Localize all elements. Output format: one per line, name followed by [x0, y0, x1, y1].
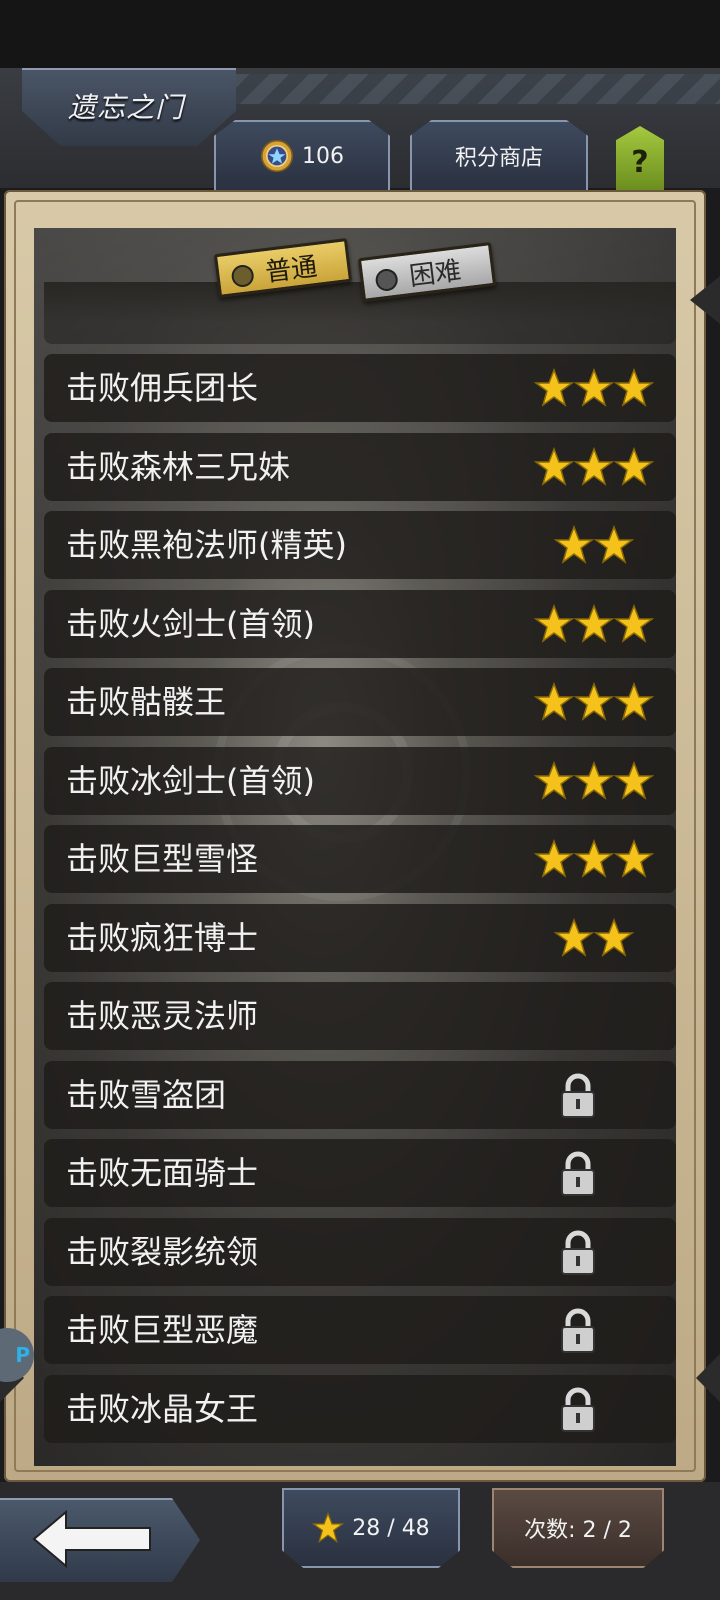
quest-label: 击败黑袍法师(精英)	[66, 526, 347, 564]
quest-row[interactable]: 击败冰剑士(首领)	[44, 746, 676, 815]
top-status-area	[0, 0, 720, 68]
star-icon	[534, 839, 574, 878]
star-icon	[312, 1512, 345, 1544]
quest-row[interactable]: 击败裂影统领	[44, 1217, 676, 1286]
star-icon	[574, 682, 614, 721]
quest-stars	[554, 917, 634, 958]
quest-stars	[534, 760, 654, 801]
quest-label: 击败巨型恶魔	[66, 1311, 259, 1349]
lock-icon	[561, 1151, 595, 1196]
star-icon	[614, 682, 654, 721]
star-icon	[574, 368, 614, 407]
lock-icon	[561, 1073, 595, 1118]
quest-row[interactable]: 击败森林三兄妹	[44, 432, 676, 501]
back-arrow-icon	[32, 1509, 151, 1569]
star-icon	[574, 446, 614, 486]
star-icon	[594, 917, 634, 957]
star-icon	[614, 603, 654, 643]
quest-label: 击败冰晶女王	[66, 1389, 259, 1428]
star-icon	[574, 760, 614, 800]
quest-stars	[534, 839, 654, 879]
star-icon	[594, 525, 634, 564]
quest-row[interactable]: 击败恶灵法师	[44, 982, 676, 1050]
star-icon	[554, 917, 594, 957]
tab-hard-label: 困难	[407, 255, 463, 292]
quest-row[interactable]: 击败无面骑士	[44, 1139, 676, 1207]
quest-row[interactable]: 击败巨型恶魔	[44, 1296, 676, 1364]
lock-icon	[561, 1308, 595, 1353]
star-icon	[574, 603, 614, 643]
quest-row[interactable]: 击败骷髅王	[44, 668, 676, 736]
page-title: 遗忘之门	[68, 91, 185, 124]
quest-label: 击败森林三兄妹	[66, 447, 291, 486]
quest-label: 击败疯狂博士	[66, 918, 259, 957]
quest-row[interactable]: 击败佣兵团长	[44, 354, 676, 422]
medal-icon	[260, 139, 294, 173]
quest-label: 击败冰剑士(首领)	[66, 761, 315, 800]
star-icon	[534, 368, 574, 407]
quest-row[interactable]: 击败巨型雪怪	[44, 825, 676, 893]
tab-indicator-icon	[230, 263, 255, 289]
quest-label: 击败裂影统领	[66, 1232, 259, 1271]
quest-list[interactable]: 击败佣兵团长 击败森林三兄妹击败黑袍法师(精英) 击败火剑士(首领) 击败骷髅王击败冰…	[44, 282, 676, 1470]
star-icon	[614, 760, 654, 800]
quest-stars	[534, 446, 654, 487]
quest-row[interactable]: 击败雪盗团	[44, 1060, 676, 1129]
star-icon	[534, 682, 574, 721]
star-icon	[534, 446, 574, 486]
quest-row[interactable]: 击败火剑士(首领)	[44, 589, 676, 658]
quest-stars	[534, 682, 654, 722]
quest-row[interactable]: 击败冰晶女王	[44, 1374, 676, 1443]
quest-label: 击败骷髅王	[66, 683, 227, 721]
quest-label: 击败火剑士(首领)	[66, 604, 315, 643]
quest-stars	[554, 525, 634, 565]
star-progress-value: 28 / 48	[352, 1515, 430, 1541]
quest-label: 击败恶灵法师	[66, 997, 259, 1035]
attempts-display: 次数: 2 / 2	[492, 1488, 664, 1568]
points-value: 106	[302, 143, 344, 169]
attempts-value: 次数: 2 / 2	[524, 1518, 632, 1543]
star-progress: 28 / 48	[282, 1488, 460, 1568]
points-display: 106	[214, 120, 390, 192]
star-icon	[614, 446, 654, 486]
star-icon	[574, 839, 614, 878]
star-icon	[534, 603, 574, 643]
quest-row[interactable]: 击败黑袍法师(精英)	[44, 511, 676, 579]
star-icon	[614, 839, 654, 878]
quest-label: 击败巨型雪怪	[66, 840, 259, 878]
quest-row-partial	[44, 282, 676, 344]
quest-row[interactable]: 击败疯狂博士	[44, 903, 676, 972]
quest-stars	[534, 603, 654, 644]
points-shop-button[interactable]: 积分商店	[410, 120, 588, 192]
star-icon	[554, 525, 594, 564]
lock-icon	[561, 1230, 595, 1275]
quest-label: 击败雪盗团	[66, 1075, 227, 1114]
tab-indicator-icon	[374, 267, 399, 293]
star-icon	[534, 760, 574, 800]
star-icon	[614, 368, 654, 407]
lock-icon	[561, 1387, 595, 1432]
points-shop-label: 积分商店	[454, 146, 543, 171]
tab-normal-label: 普通	[263, 251, 319, 288]
quest-stars	[534, 368, 654, 408]
quest-label: 击败佣兵团长	[66, 369, 259, 407]
quest-label: 击败无面骑士	[66, 1154, 259, 1192]
